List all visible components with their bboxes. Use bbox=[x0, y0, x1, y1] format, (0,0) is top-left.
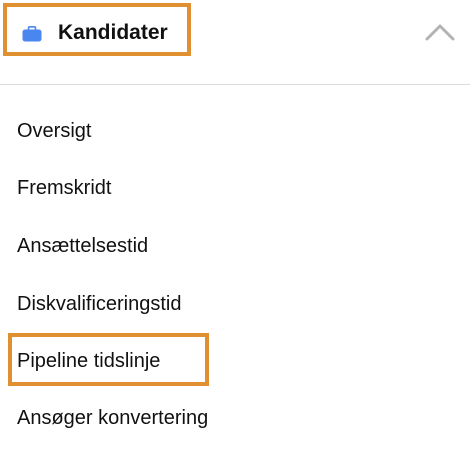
nav-item-ansoeger-konvertering[interactable]: Ansøger konvertering bbox=[17, 406, 208, 430]
chevron-up-icon[interactable] bbox=[424, 22, 456, 42]
nav-item-pipeline-tidslinje[interactable]: Pipeline tidslinje bbox=[17, 349, 160, 373]
section-title: Kandidater bbox=[58, 21, 168, 44]
section-header[interactable]: Kandidater bbox=[0, 0, 470, 84]
nav-item-diskvalificeringstid[interactable]: Diskvalificeringstid bbox=[17, 292, 182, 316]
nav-item-fremskridt[interactable]: Fremskridt bbox=[17, 176, 111, 200]
briefcase-icon bbox=[22, 26, 42, 42]
header-title-highlight: Kandidater bbox=[3, 3, 191, 56]
divider bbox=[0, 84, 470, 85]
nav-item-oversigt[interactable]: Oversigt bbox=[17, 119, 91, 143]
nav-item-ansaettelsestid[interactable]: Ansættelsestid bbox=[17, 234, 148, 258]
